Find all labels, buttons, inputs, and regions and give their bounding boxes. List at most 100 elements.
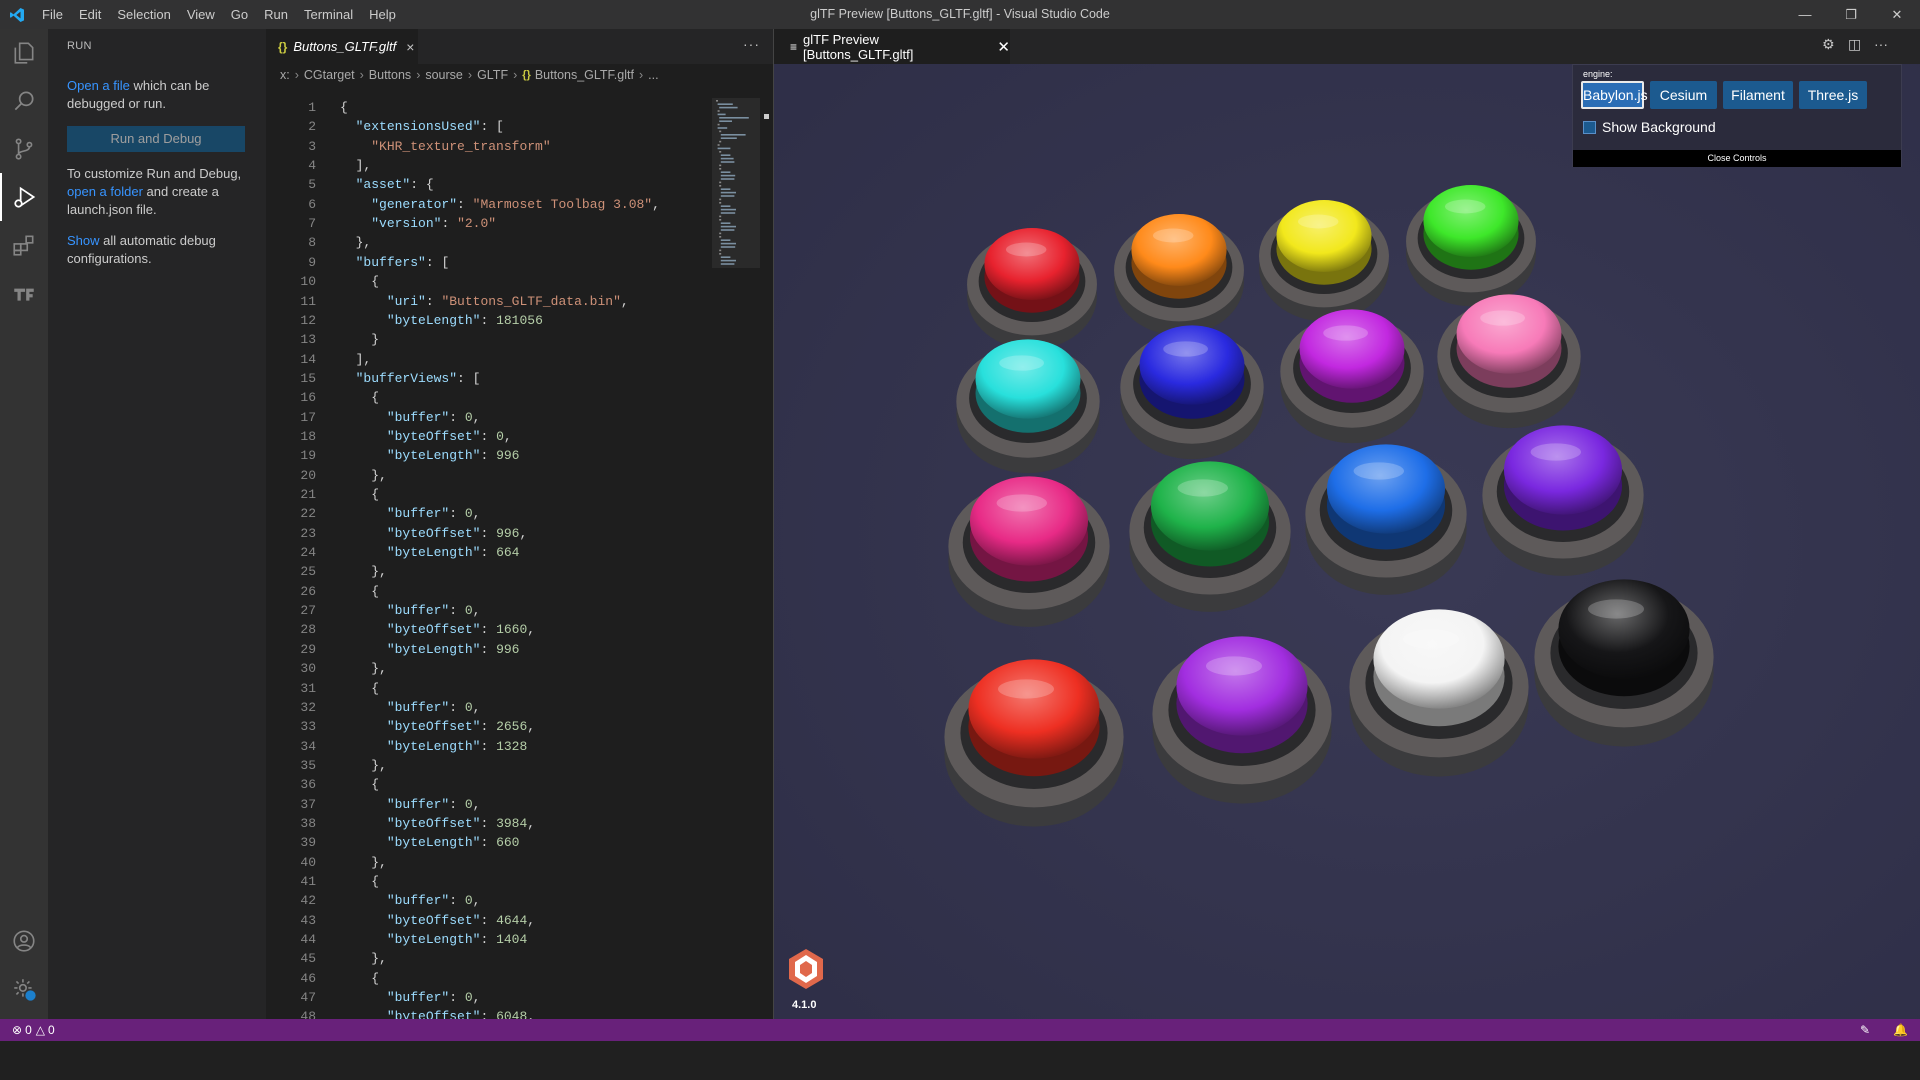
code-line[interactable]: { xyxy=(340,872,379,891)
code-line[interactable]: }, xyxy=(340,949,387,968)
code-line[interactable]: "KHR_texture_transform" xyxy=(340,137,550,156)
code-line[interactable]: "uri": "Buttons_GLTF_data.bin", xyxy=(340,292,629,311)
code-line[interactable]: "buffer": 0, xyxy=(340,504,481,523)
code-line[interactable]: }, xyxy=(340,562,387,581)
editor-scrollbar[interactable] xyxy=(760,86,774,1019)
breadcrumb-item[interactable]: x: xyxy=(280,68,290,82)
show-link[interactable]: Show xyxy=(67,233,100,248)
code-line[interactable]: }, xyxy=(340,756,387,775)
close-preview-tab-icon[interactable]: ✕ xyxy=(997,38,1010,56)
code-line[interactable]: } xyxy=(340,330,379,349)
code-line[interactable]: { xyxy=(340,272,379,291)
menu-run[interactable]: Run xyxy=(256,0,296,29)
code-line[interactable]: "bufferViews": [ xyxy=(340,369,481,388)
code-line[interactable]: "byteOffset": 0, xyxy=(340,427,512,446)
menu-go[interactable]: Go xyxy=(223,0,256,29)
code-line[interactable]: "byteLength": 181056 xyxy=(340,311,543,330)
code-line[interactable]: "buffer": 0, xyxy=(340,408,481,427)
code-line[interactable]: { xyxy=(340,388,379,407)
code-line[interactable]: "byteLength": 1404 xyxy=(340,930,527,949)
close-controls-button[interactable]: Close Controls xyxy=(1573,150,1901,167)
notifications-bell-icon[interactable]: 🔔 xyxy=(1893,1023,1908,1037)
code-line[interactable]: "buffer": 0, xyxy=(340,988,481,1007)
close-tab-icon[interactable]: × xyxy=(406,39,414,55)
engine-threejs-button[interactable]: Three.js xyxy=(1799,81,1867,109)
code-line[interactable]: { xyxy=(340,775,379,794)
close-window-icon[interactable]: ✕ xyxy=(1874,0,1920,29)
open-file-link[interactable]: Open a file xyxy=(67,78,130,93)
run-debug-icon[interactable] xyxy=(0,173,48,221)
run-and-debug-button[interactable]: Run and Debug xyxy=(67,126,245,152)
code-line[interactable]: "byteLength": 1328 xyxy=(340,737,527,756)
menu-file[interactable]: File xyxy=(34,0,71,29)
code-line[interactable]: "byteLength": 996 xyxy=(340,446,520,465)
restore-icon[interactable]: ❐ xyxy=(1828,0,1874,29)
code-line[interactable]: }, xyxy=(340,659,387,678)
extensions-icon[interactable] xyxy=(0,221,48,269)
code-line[interactable]: "byteLength": 660 xyxy=(340,833,520,852)
code-area[interactable]: 1 {2 "extensionsUsed": [3 "KHR_texture_tr… xyxy=(266,86,706,1019)
warning-icon[interactable]: △ xyxy=(36,1023,45,1037)
preview-more-icon[interactable]: ··· xyxy=(1874,36,1888,52)
feedback-icon[interactable]: ✎ xyxy=(1860,1023,1870,1037)
search-icon[interactable] xyxy=(0,77,48,125)
code-line[interactable]: { xyxy=(340,582,379,601)
code-line[interactable]: { xyxy=(340,485,379,504)
code-line[interactable]: "buffer": 0, xyxy=(340,601,481,620)
engine-babylon-button[interactable]: Babylon.js xyxy=(1581,81,1648,109)
code-line[interactable]: "byteOffset": 1660, xyxy=(340,620,535,639)
manage-gear-icon[interactable] xyxy=(0,965,48,1013)
engine-cesium-button[interactable]: Cesium xyxy=(1650,81,1717,109)
breadcrumb-item[interactable]: ... xyxy=(648,68,658,82)
tab-buttons-gltf[interactable]: {} Buttons_GLTF.gltf × xyxy=(266,29,418,64)
breadcrumb-item[interactable]: GLTF xyxy=(477,68,508,82)
code-line[interactable]: { xyxy=(340,679,379,698)
terraform-icon[interactable] xyxy=(0,269,48,317)
split-editor-icon[interactable]: ◫ xyxy=(1848,36,1861,53)
minimap[interactable] xyxy=(712,86,760,1019)
show-background-toggle[interactable]: Show Background xyxy=(1583,119,1716,135)
3d-scene-canvas[interactable] xyxy=(774,64,1920,1019)
code-line[interactable]: ], xyxy=(340,350,372,369)
code-line[interactable]: }, xyxy=(340,466,387,485)
code-line[interactable]: "byteOffset": 3984, xyxy=(340,814,535,833)
code-line[interactable]: "buffer": 0, xyxy=(340,891,481,910)
gltf-inspector-icon[interactable]: ⚙ xyxy=(1822,36,1835,53)
breadcrumb-item[interactable]: Buttons_GLTF.gltf xyxy=(535,68,634,82)
code-line[interactable]: ], xyxy=(340,156,372,175)
error-icon[interactable]: ⊗ xyxy=(12,1023,22,1037)
code-line[interactable]: "buffers": [ xyxy=(340,253,450,272)
code-line[interactable]: "buffer": 0, xyxy=(340,698,481,717)
code-line[interactable]: }, xyxy=(340,233,372,252)
minimize-icon[interactable]: — xyxy=(1782,0,1828,29)
code-line[interactable]: "version": "2.0" xyxy=(340,214,496,233)
code-line[interactable]: { xyxy=(340,98,348,117)
code-line[interactable]: "extensionsUsed": [ xyxy=(340,117,504,136)
code-line[interactable]: "byteOffset": 4644, xyxy=(340,911,535,930)
code-line[interactable]: "generator": "Marmoset Toolbag 3.08", xyxy=(340,195,660,214)
code-line[interactable]: "byteOffset": 6048, xyxy=(340,1007,535,1019)
menu-edit[interactable]: Edit xyxy=(71,0,109,29)
source-control-icon[interactable] xyxy=(0,125,48,173)
breadcrumb-item[interactable]: Buttons xyxy=(369,68,411,82)
menu-view[interactable]: View xyxy=(179,0,223,29)
menu-help[interactable]: Help xyxy=(361,0,404,29)
code-line[interactable]: "byteLength": 996 xyxy=(340,640,520,659)
engine-filament-button[interactable]: Filament xyxy=(1723,81,1793,109)
code-line[interactable]: "byteLength": 664 xyxy=(340,543,520,562)
more-actions-icon[interactable]: ··· xyxy=(743,36,760,52)
code-line[interactable]: "byteOffset": 2656, xyxy=(340,717,535,736)
menu-terminal[interactable]: Terminal xyxy=(296,0,361,29)
explorer-icon[interactable] xyxy=(0,29,48,77)
warning-count[interactable]: 0 xyxy=(48,1023,55,1037)
breadcrumb-item[interactable]: sourse xyxy=(425,68,463,82)
code-line[interactable]: "byteOffset": 996, xyxy=(340,524,527,543)
code-line[interactable]: }, xyxy=(340,853,387,872)
code-line[interactable]: "asset": { xyxy=(340,175,434,194)
code-line[interactable]: { xyxy=(340,969,379,988)
code-line[interactable]: "buffer": 0, xyxy=(340,795,481,814)
tab-gltf-preview[interactable]: ≡ glTF Preview [Buttons_GLTF.gltf] ✕ xyxy=(774,29,1010,64)
breadcrumb-item[interactable]: CGtarget xyxy=(304,68,355,82)
show-background-checkbox[interactable] xyxy=(1583,120,1596,134)
open-folder-link[interactable]: open a folder xyxy=(67,184,143,199)
